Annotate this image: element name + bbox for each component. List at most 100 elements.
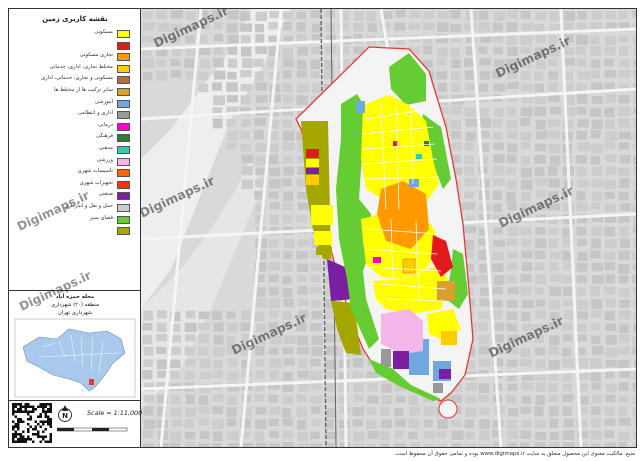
- legend-label: درمانی: [98, 121, 113, 128]
- city-block: [549, 155, 561, 166]
- legend-label: آموزشی: [94, 98, 113, 105]
- city-block: [562, 334, 573, 342]
- city-block: [297, 46, 309, 56]
- city-block: [226, 322, 238, 333]
- city-block: [143, 310, 153, 321]
- city-block: [576, 191, 586, 201]
- city-block: [269, 250, 280, 258]
- city-block: [520, 155, 531, 166]
- city-block: [255, 34, 265, 43]
- city-block: [493, 47, 504, 55]
- city-block: [381, 383, 392, 393]
- city-block: [283, 250, 293, 260]
- city-block: [576, 130, 588, 140]
- city-block: [380, 406, 390, 416]
- city-block: [605, 347, 618, 358]
- city-block: [604, 46, 616, 56]
- svg-text:N: N: [62, 412, 68, 420]
- city-block: [493, 154, 505, 163]
- city-block: [492, 119, 503, 128]
- city-block: [633, 298, 636, 309]
- city-block: [254, 118, 266, 126]
- city-block: [492, 166, 505, 176]
- city-block: [213, 347, 225, 357]
- city-block: [409, 406, 421, 416]
- city-block: [604, 107, 615, 118]
- city-block: [254, 71, 264, 82]
- city-block: [520, 286, 532, 296]
- city-block: [633, 106, 636, 114]
- city-block: [310, 70, 320, 79]
- city-block: [604, 58, 614, 67]
- city-block: [268, 274, 279, 283]
- city-block: [311, 299, 321, 308]
- city-block: [618, 46, 629, 56]
- city-block: [577, 58, 587, 67]
- city-block: [548, 94, 560, 103]
- city-block: [618, 442, 628, 447]
- city-block: [255, 407, 267, 415]
- city-block: [618, 250, 630, 260]
- city-block: [618, 263, 630, 274]
- city-block: [576, 299, 589, 310]
- parcel-administrative: [381, 349, 391, 367]
- city-block: [632, 226, 636, 234]
- legend-item: اداری و انتظامی: [9, 110, 141, 122]
- city-block: [521, 419, 532, 428]
- city-block: [451, 142, 463, 151]
- city-block: [423, 406, 436, 417]
- city-block: [282, 58, 294, 68]
- city-block: [241, 154, 254, 163]
- city-block: [605, 119, 615, 129]
- city-block: [506, 262, 517, 271]
- city-block: [618, 406, 628, 417]
- city-block: [254, 58, 264, 67]
- city-block: [520, 179, 533, 190]
- map-canvas[interactable]: Digimaps.ir Digimaps.ir Digimaps.ir Digi…: [141, 9, 636, 447]
- city-block: [604, 430, 615, 439]
- city-block: [521, 23, 534, 31]
- city-block: [157, 370, 168, 378]
- city-block: [423, 11, 434, 19]
- city-block: [143, 406, 154, 416]
- city-block: [241, 58, 254, 68]
- city-block: [254, 311, 265, 322]
- city-block: [282, 11, 294, 20]
- city-block: [535, 11, 546, 20]
- qr-code-icon: [12, 403, 52, 443]
- city-block: [212, 82, 223, 91]
- locator-map: [14, 318, 136, 398]
- city-block: [240, 35, 251, 44]
- legend-item: درمانی: [9, 122, 141, 134]
- city-block: [255, 11, 268, 22]
- city-block: [282, 130, 295, 141]
- city-block: [520, 118, 531, 126]
- city-block: [255, 23, 265, 33]
- city-block: [563, 418, 575, 428]
- city-block: [283, 166, 294, 176]
- city-block: [198, 311, 210, 320]
- city-block: [199, 358, 211, 369]
- city-block: [506, 299, 518, 308]
- city-block: [324, 10, 335, 18]
- city-block: [381, 419, 392, 429]
- city-block: [591, 179, 604, 188]
- city-block: [269, 214, 279, 225]
- city-block: [282, 22, 292, 31]
- city-block: [577, 119, 589, 128]
- city-block: [492, 22, 503, 32]
- city-block: [297, 83, 309, 93]
- legend-swatch: [117, 99, 130, 108]
- city-block: [283, 371, 293, 381]
- parcel-mixed-striped: [437, 281, 455, 301]
- city-block: [142, 71, 153, 81]
- city-block: [268, 418, 279, 427]
- city-block: [577, 179, 590, 188]
- city-block: [213, 322, 224, 332]
- city-block: [170, 431, 182, 442]
- city-block: [590, 35, 600, 45]
- city-block: [143, 359, 153, 367]
- city-block: [590, 299, 603, 310]
- city-block: [240, 143, 251, 152]
- city-block: [282, 407, 292, 418]
